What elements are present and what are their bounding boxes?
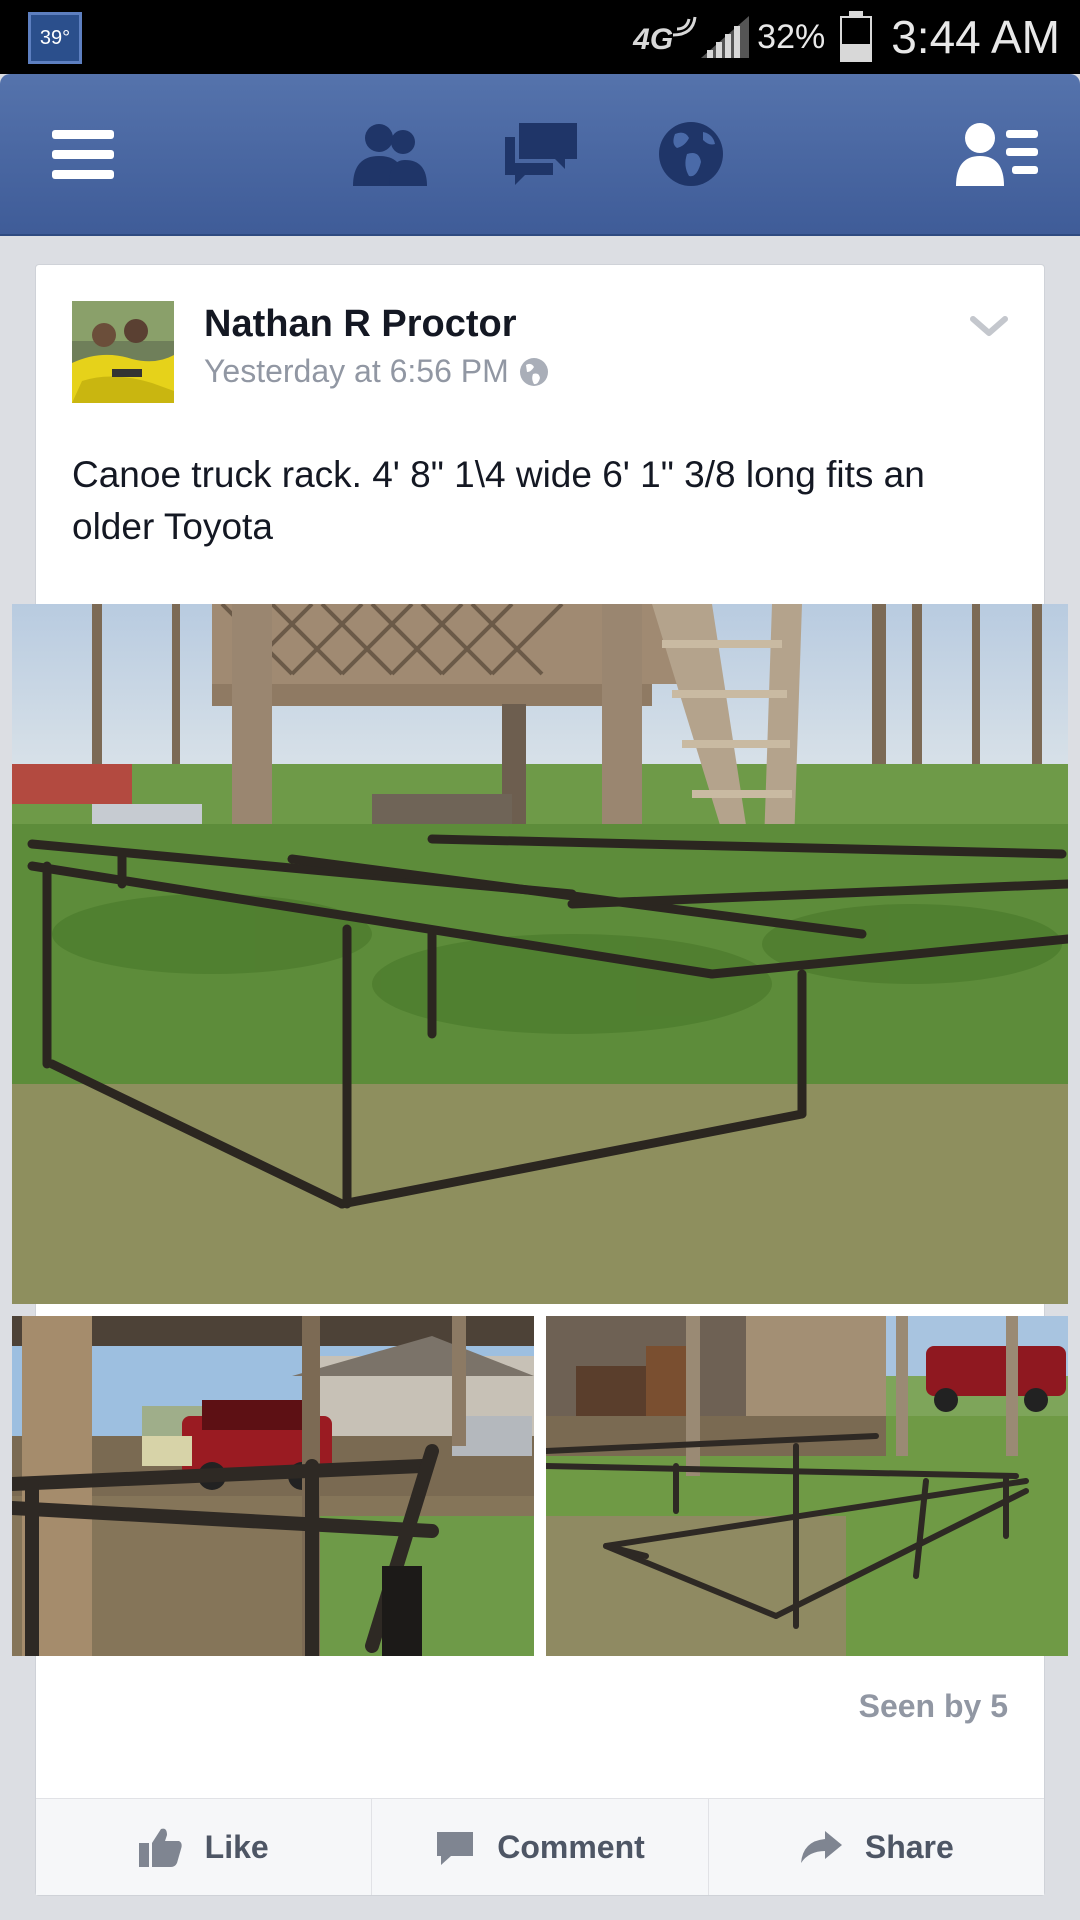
status-bar: 39° 4G 32% 3:44 AM xyxy=(0,0,1080,74)
post-action-bar: Like Comment Share xyxy=(36,1798,1044,1895)
post-photo-main[interactable] xyxy=(12,604,1068,1304)
post-photo-bottom-left[interactable] xyxy=(12,1316,534,1656)
top-nav-bar xyxy=(0,74,1080,236)
author-avatar[interactable] xyxy=(72,301,174,403)
battery-icon xyxy=(840,11,873,62)
thumbs-up-icon xyxy=(138,1828,182,1867)
chevron-down-icon[interactable] xyxy=(970,315,1008,339)
notifications-globe-icon[interactable] xyxy=(646,114,736,194)
messages-icon[interactable] xyxy=(496,114,586,194)
menu-icon[interactable] xyxy=(40,114,126,194)
clock: 3:44 AM xyxy=(891,11,1060,63)
post-text: Canoe truck rack. 4' 8" 1\4 wide 6' 1" 3… xyxy=(72,454,925,547)
author-name[interactable]: Nathan R Proctor xyxy=(204,303,516,346)
friends-icon[interactable] xyxy=(344,114,434,194)
like-button[interactable]: Like xyxy=(36,1799,373,1895)
signal-strength-icon xyxy=(701,16,750,58)
seen-by-count[interactable]: Seen by 5 xyxy=(859,1688,1008,1725)
network-4g-icon: 4G xyxy=(633,15,697,59)
weather-badge: 39° xyxy=(28,12,82,64)
battery-percent: 32% xyxy=(757,17,826,56)
post-timestamp[interactable]: Yesterday at 6:56 PM xyxy=(204,353,549,390)
share-button[interactable]: Share xyxy=(709,1799,1044,1895)
post-photo-bottom-right[interactable] xyxy=(546,1316,1068,1656)
share-arrow-icon xyxy=(800,1831,842,1863)
comment-button[interactable]: Comment xyxy=(372,1799,709,1895)
globe-icon xyxy=(519,357,548,386)
comment-bubble-icon xyxy=(437,1832,474,1865)
profile-menu-icon[interactable] xyxy=(952,114,1042,194)
